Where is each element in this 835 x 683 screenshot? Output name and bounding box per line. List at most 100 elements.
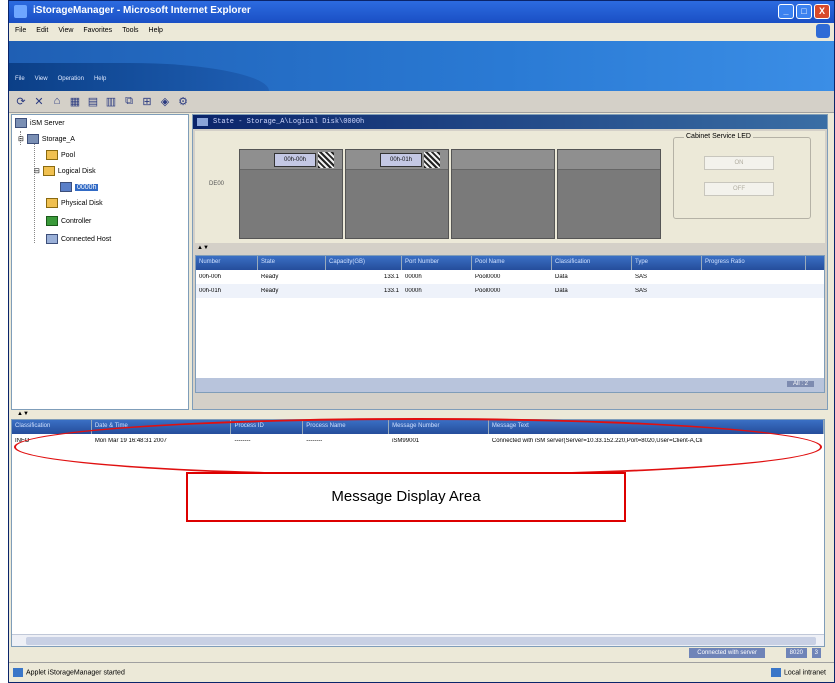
tree-item-0000h[interactable]: 0000h [60, 182, 99, 192]
tree-label: Logical Disk [57, 167, 96, 175]
home-icon[interactable]: ⌂ [51, 95, 63, 107]
col-header[interactable]: State [258, 256, 326, 270]
cell: iSM99001 [392, 438, 420, 444]
cell: Data [555, 288, 568, 294]
minimize-button[interactable]: _ [778, 4, 794, 19]
menu-edit[interactable]: Edit [36, 27, 48, 36]
grid-count: All : 2 [786, 381, 814, 387]
storage-icon [26, 134, 39, 144]
refresh-icon[interactable]: ⟳ [15, 95, 27, 108]
app-banner [9, 41, 834, 91]
cabinet-slot-1[interactable]: 00h-00h [239, 149, 343, 239]
col-header[interactable]: Message Number [389, 420, 489, 434]
message-row[interactable]: INFO Mon Mar 19 16:48:31 2007 -------- -… [12, 434, 824, 448]
cell: 00h-01h [199, 288, 222, 294]
tree-label: Pool [61, 151, 76, 159]
config-icon[interactable]: ▥ [105, 95, 117, 108]
app-menu-help[interactable]: Help [94, 76, 106, 82]
tree-item-controller[interactable]: Controller [46, 216, 91, 226]
splitter-arrows-icon[interactable]: ▲▼ [17, 411, 29, 417]
led-on-button[interactable]: ON [704, 156, 774, 170]
app-menu-file[interactable]: File [15, 76, 25, 82]
table-row[interactable]: 00h-01h Ready 133.1 0000h Pool0000 Data … [196, 284, 824, 298]
col-header[interactable]: Number [196, 256, 258, 270]
table-row[interactable]: 00h-00h Ready 133.1 0000h Pool0000 Data … [196, 270, 824, 284]
grid-header: Number State Capacity(GB) Port Number Po… [196, 256, 824, 270]
cell: Data [555, 274, 568, 280]
pool-icon [46, 150, 58, 160]
slot-indicator-icon [318, 152, 334, 168]
app-menubar: File View Operation Help [15, 76, 106, 82]
cabinet-slot-2[interactable]: 00h-01h [345, 149, 449, 239]
maximize-button[interactable]: □ [796, 4, 812, 19]
tree-item-ism-server[interactable]: iSM Server [15, 118, 65, 128]
cell: Pool0000 [475, 274, 501, 280]
link-icon[interactable]: ⧉ [123, 95, 135, 107]
layout-icon[interactable]: ▦ [69, 95, 81, 108]
cabinet-led-group: Cabinet Service LED ON OFF [673, 133, 811, 219]
network-icon[interactable]: ⊞ [141, 95, 153, 108]
tree-label: Storage_A [41, 135, 75, 143]
col-header[interactable]: Date & Time [92, 420, 232, 434]
menu-file[interactable]: File [15, 27, 26, 36]
menu-view[interactable]: View [58, 27, 73, 36]
menu-favorites[interactable]: Favorites [83, 27, 112, 36]
tree-item-pool[interactable]: Pool [46, 150, 75, 160]
delete-icon[interactable]: ✕ [33, 95, 45, 108]
scrollbar-thumb[interactable] [26, 637, 816, 645]
menu-tools[interactable]: Tools [122, 27, 138, 36]
tree-item-logical-disk[interactable]: ⊟ Logical Disk [34, 166, 96, 176]
window-title: iStorageManager - Microsoft Internet Exp… [33, 5, 251, 16]
tree-item-connected-host[interactable]: Connected Host [46, 234, 111, 244]
cell: Ready [261, 274, 279, 280]
led-off-button[interactable]: OFF [704, 182, 774, 196]
applet-icon [13, 668, 23, 677]
app-status-bar: Connected with server 8020 3 [11, 647, 825, 661]
col-header[interactable]: Type [632, 256, 702, 270]
slot-label[interactable]: 00h-01h [380, 153, 422, 167]
cell: 133.1 [383, 288, 399, 294]
browser-window: iStorageManager - Microsoft Internet Exp… [8, 0, 835, 683]
windows-logo-icon [816, 24, 830, 38]
col-header[interactable]: Port Number [402, 256, 472, 270]
physical-disk-icon [46, 198, 58, 208]
cabinet-slot-3[interactable] [451, 149, 555, 239]
app-menu-view[interactable]: View [35, 76, 48, 82]
col-header[interactable]: Classification [12, 420, 92, 434]
menu-help[interactable]: Help [149, 27, 163, 36]
cell: 133.1 [383, 274, 399, 280]
collapse-icon[interactable]: ⊟ [34, 167, 40, 175]
slot-indicator-icon [424, 152, 440, 168]
app-menu-operation[interactable]: Operation [58, 76, 84, 82]
col-header[interactable]: Progress Ratio [702, 256, 806, 270]
tree-label: Connected Host [61, 235, 112, 243]
connection-status: Connected with server [689, 648, 765, 658]
controller-icon [46, 216, 58, 226]
disk-icon[interactable]: ▤ [87, 95, 99, 108]
status-text: Applet iStorageManager started [26, 669, 125, 677]
col-header[interactable]: Classification [552, 256, 632, 270]
shield-icon[interactable]: ◈ [159, 95, 171, 108]
collapse-icon[interactable]: ⊟ [18, 135, 24, 143]
cabinet-area: DE00 00h-00h 00h-01h Cabinet Service LED… [195, 131, 825, 243]
col-header[interactable]: Process Name [303, 420, 390, 434]
tree-label: Controller [61, 217, 92, 225]
col-header[interactable]: Process ID [231, 420, 304, 434]
splitter-arrows-icon[interactable]: ▲▼ [197, 245, 209, 251]
panel-title: State - Storage_A\Logical Disk\0000h [213, 118, 365, 126]
logical-disk-grid: Number State Capacity(GB) Port Number Po… [195, 255, 825, 393]
tree-item-physical-disk[interactable]: Physical Disk [46, 198, 103, 208]
slot-label[interactable]: 00h-00h [274, 153, 316, 167]
col-header[interactable]: Capacity(GB) [326, 256, 402, 270]
close-button[interactable]: X [814, 4, 830, 19]
settings-icon[interactable]: ⚙ [177, 95, 189, 108]
col-header[interactable]: Message Text [489, 420, 824, 434]
annotation-callout: Message Display Area [186, 472, 626, 522]
col-header[interactable]: Pool Name [472, 256, 552, 270]
tree-item-storage[interactable]: ⊟ Storage_A [18, 134, 75, 144]
intranet-icon [770, 668, 781, 677]
horizontal-scrollbar[interactable] [12, 634, 824, 646]
status-left: Applet iStorageManager started [13, 668, 125, 677]
cabinet-slot-4[interactable] [557, 149, 661, 239]
message-header: Classification Date & Time Process ID Pr… [12, 420, 824, 434]
